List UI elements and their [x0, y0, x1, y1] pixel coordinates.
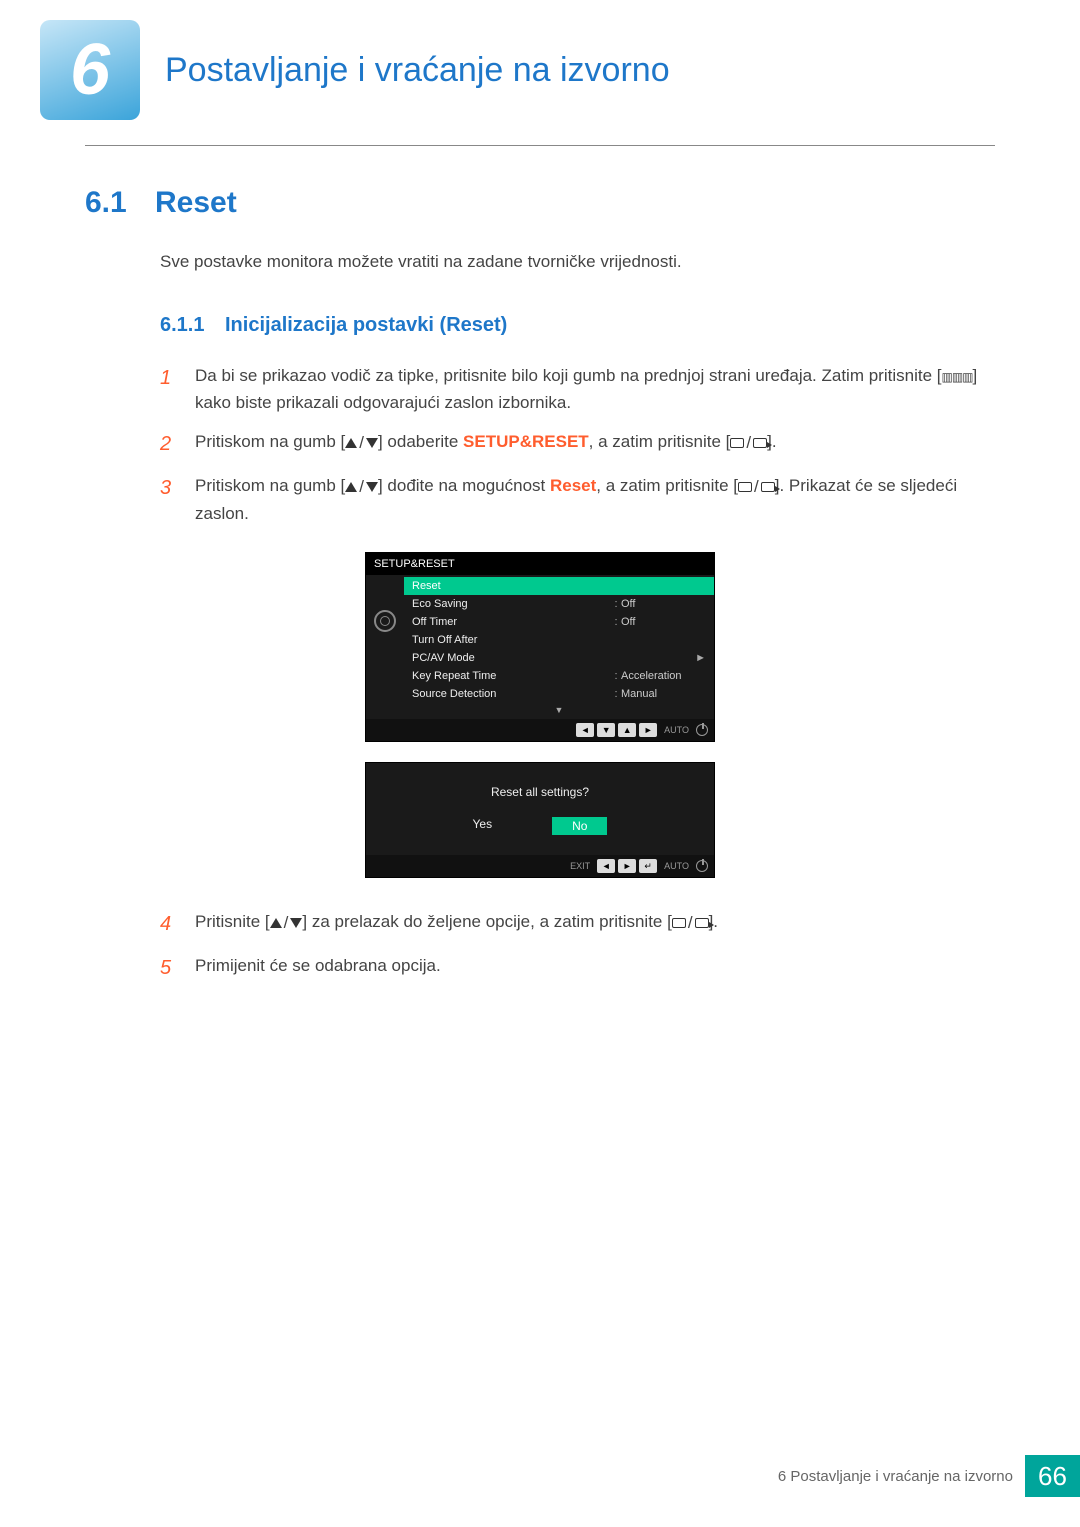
- osd-title: SETUP&RESET: [366, 553, 714, 575]
- subsection-number: 6.1.1: [160, 314, 225, 337]
- nav-enter-icon[interactable]: ↵: [639, 859, 657, 873]
- text: Pritiskom na gumb [: [195, 476, 345, 495]
- text: Pritiskom na gumb [: [195, 432, 345, 451]
- nav-auto-label[interactable]: AUTO: [660, 725, 693, 735]
- osd-item-label: Eco Saving: [412, 598, 611, 610]
- text: ] dođite na mogućnost: [378, 476, 550, 495]
- osd-confirm-dialog: Reset all settings? Yes No EXIT ◄ ► ↵ AU…: [365, 762, 715, 878]
- osd-nav-bar: ◄ ▼ ▲ ► AUTO: [366, 719, 714, 741]
- confirm-no-button[interactable]: No: [552, 817, 607, 835]
- step-2: 2 Pritiskom na gumb [/] odaberite SETUP&…: [160, 428, 995, 460]
- section-number: 6.1: [85, 186, 155, 220]
- chapter-title: Postavljanje i vraćanje na izvorno: [165, 51, 670, 90]
- confirm-question: Reset all settings?: [366, 763, 714, 817]
- text: , a zatim pritisnite [: [596, 476, 738, 495]
- up-down-icon: /: [270, 909, 303, 936]
- power-icon[interactable]: [696, 724, 708, 736]
- osd-item-label: Reset: [412, 580, 706, 592]
- osd-sidebar: [366, 575, 404, 719]
- osd-item[interactable]: Reset: [404, 577, 714, 595]
- nav-up-icon[interactable]: ▲: [618, 723, 636, 737]
- page-number: 66: [1025, 1455, 1080, 1497]
- osd-item-value: Off: [621, 598, 706, 610]
- chapter-number-box: 6: [40, 20, 140, 120]
- nav-left-icon[interactable]: ◄: [597, 859, 615, 873]
- step-1: 1 Da bi se prikazao vodič za tipke, prit…: [160, 362, 995, 416]
- osd-item-label: PC/AV Mode: [412, 652, 596, 664]
- select-icon: /: [672, 909, 709, 936]
- osd-item-label: Source Detection: [412, 688, 611, 700]
- highlight: Reset: [550, 476, 596, 495]
- step-number: 1: [160, 362, 195, 416]
- footer-text: 6 Postavljanje i vraćanje na izvorno: [778, 1468, 1013, 1485]
- text: , a zatim pritisnite [: [589, 432, 731, 451]
- osd-item[interactable]: Key Repeat Time:Acceleration: [404, 667, 714, 685]
- step-3: 3 Pritiskom na gumb [/] dođite na mogućn…: [160, 472, 995, 527]
- colon: :: [611, 616, 621, 628]
- step-list: 1 Da bi se prikazao vodič za tipke, prit…: [160, 362, 995, 528]
- step-5: 5 Primijenit će se odabrana opcija.: [160, 952, 995, 984]
- text: Pritisnite [: [195, 912, 270, 931]
- colon: :: [611, 670, 621, 682]
- subsection-title: Inicijalizacija postavki (Reset): [225, 314, 507, 337]
- step-text: Pritiskom na gumb [/] dođite na mogućnos…: [195, 472, 995, 527]
- chevron-right-icon: ►: [691, 652, 706, 664]
- step-text: Da bi se prikazao vodič za tipke, pritis…: [195, 362, 995, 416]
- step-number: 5: [160, 952, 195, 984]
- step-number: 3: [160, 472, 195, 527]
- osd-item[interactable]: Off Timer:Off: [404, 613, 714, 631]
- step-number: 4: [160, 908, 195, 940]
- colon: :: [611, 598, 621, 610]
- confirm-yes-button[interactable]: Yes: [473, 817, 493, 835]
- highlight: SETUP&RESET: [463, 432, 589, 451]
- osd-item-label: Off Timer: [412, 616, 611, 628]
- osd-item[interactable]: Source Detection:Manual: [404, 685, 714, 703]
- text: ] odaberite: [378, 432, 463, 451]
- nav-left-icon[interactable]: ◄: [576, 723, 594, 737]
- step-text: Primijenit će se odabrana opcija.: [195, 952, 441, 984]
- up-down-icon: /: [345, 473, 378, 500]
- nav-right-icon[interactable]: ►: [639, 723, 657, 737]
- power-icon[interactable]: [696, 860, 708, 872]
- section-heading: 6.1 Reset: [85, 186, 995, 220]
- osd-item-list: ResetEco Saving:OffOff Timer:OffTurn Off…: [404, 575, 714, 719]
- nav-down-icon[interactable]: ▼: [597, 723, 615, 737]
- section: 6.1 Reset Sve postavke monitora možete v…: [0, 146, 1080, 984]
- nav-auto-label[interactable]: AUTO: [660, 861, 693, 871]
- select-icon: /: [730, 429, 767, 456]
- more-down-icon: ▼: [404, 703, 714, 717]
- gear-icon: [374, 610, 396, 632]
- subsection-heading: 6.1.1 Inicijalizacija postavki (Reset): [160, 314, 995, 337]
- up-down-icon: /: [345, 429, 378, 456]
- colon: :: [611, 688, 621, 700]
- osd-item-value: Off: [621, 616, 706, 628]
- step-number: 2: [160, 428, 195, 460]
- page-header: 6 Postavljanje i vraćanje na izvorno: [0, 0, 1080, 120]
- text: Da bi se prikazao vodič za tipke, pritis…: [195, 366, 932, 385]
- osd-item-label: Key Repeat Time: [412, 670, 611, 682]
- step-text: Pritisnite [/] za prelazak do željene op…: [195, 908, 718, 940]
- intro-paragraph: Sve postavke monitora možete vratiti na …: [160, 250, 995, 274]
- nav-exit-label[interactable]: EXIT: [566, 861, 594, 871]
- osd-item-label: Turn Off After: [412, 634, 706, 646]
- menu-icon: ▥▥▥: [942, 368, 973, 387]
- osd-figures: SETUP&RESET ResetEco Saving:OffOff Timer…: [85, 552, 995, 878]
- osd-item[interactable]: Eco Saving:Off: [404, 595, 714, 613]
- osd-item[interactable]: PC/AV Mode ►: [404, 649, 714, 667]
- section-title: Reset: [155, 186, 237, 220]
- step-4: 4 Pritisnite [/] za prelazak do željene …: [160, 908, 995, 940]
- page-footer: 6 Postavljanje i vraćanje na izvorno 66: [778, 1455, 1080, 1497]
- osd-setup-reset-menu: SETUP&RESET ResetEco Saving:OffOff Timer…: [365, 552, 715, 742]
- text: ] za prelazak do željene opcije, a zatim…: [302, 912, 671, 931]
- osd-item[interactable]: Turn Off After: [404, 631, 714, 649]
- osd-item-value: Acceleration: [621, 670, 706, 682]
- step-text: Pritiskom na gumb [/] odaberite SETUP&RE…: [195, 428, 777, 460]
- osd-nav-bar: EXIT ◄ ► ↵ AUTO: [366, 855, 714, 877]
- nav-right-icon[interactable]: ►: [618, 859, 636, 873]
- osd-item-value: Manual: [621, 688, 706, 700]
- step-list-cont: 4 Pritisnite [/] za prelazak do željene …: [160, 908, 995, 984]
- select-icon: /: [738, 473, 775, 500]
